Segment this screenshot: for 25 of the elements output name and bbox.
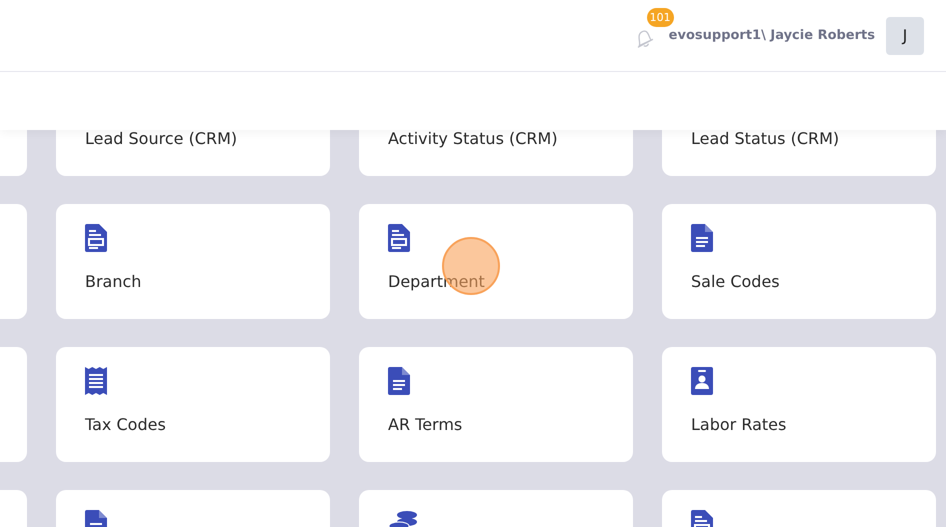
form-document-icon [85, 224, 107, 252]
user-name[interactable]: evosupport1\ Jaycie Roberts [668, 26, 875, 46]
card-label: Labor Rates [691, 414, 788, 436]
settings-card[interactable]: Lead Status (CRM) [662, 130, 936, 176]
notification-badge: 101 [646, 8, 674, 26]
card-label: AR Terms [388, 414, 464, 436]
id-badge-icon [691, 367, 713, 395]
document-icon [388, 367, 410, 395]
card-label: Branch [85, 271, 142, 293]
form-document-icon [388, 224, 410, 252]
document-icon [691, 224, 713, 252]
user-avatar[interactable]: J [886, 16, 924, 54]
card-label: Activity Status (CRM) [388, 130, 559, 150]
settings-card[interactable]: Tax Codes [56, 347, 330, 462]
settings-card[interactable]: AR Terms [359, 347, 633, 462]
card-label: Lead Source (CRM) [85, 130, 238, 150]
card-label: Sale Codes [691, 271, 781, 293]
receipt-icon [85, 367, 107, 395]
settings-card[interactable]: Labor Rates [662, 347, 936, 462]
settings-card[interactable]: Sale Codes [662, 204, 936, 319]
card-label: Lead Status (CRM) [691, 130, 840, 150]
settings-card[interactable]: Activity Status (CRM) [359, 130, 633, 176]
settings-card[interactable]: Lead Source (CRM) [56, 130, 330, 176]
card-label: Tax Codes [85, 414, 167, 436]
settings-card[interactable]: Branch [56, 204, 330, 319]
